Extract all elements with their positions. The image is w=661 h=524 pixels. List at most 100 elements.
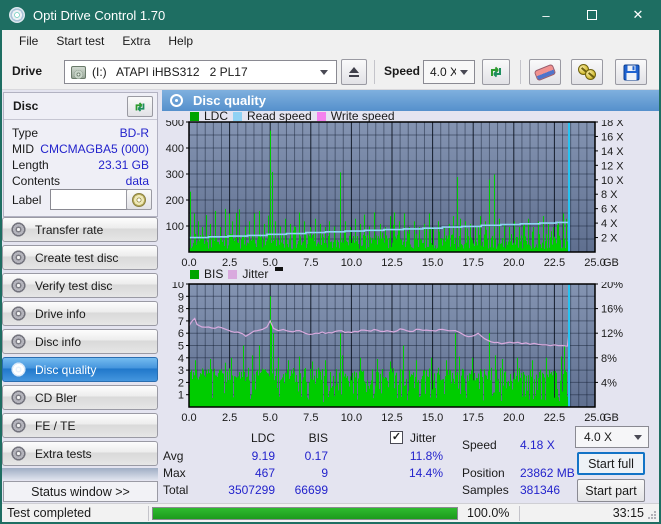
save-button[interactable] <box>615 59 647 85</box>
chevron-down-icon <box>460 69 468 75</box>
disc-length-value: 23.31 GB <box>98 158 149 172</box>
svg-text:4: 4 <box>178 353 184 365</box>
window-title: Opti Drive Control 1.70 <box>33 7 166 23</box>
speed-label: Speed <box>384 64 421 78</box>
page-title-bar: Disc quality <box>162 90 659 111</box>
maximize-icon <box>587 10 597 20</box>
drive-select[interactable]: (I:) ATAPI iHBS312 2 PL17 <box>64 60 337 84</box>
test-speed-select[interactable]: 4.0 X <box>575 426 649 448</box>
sidebar-item-disc-info[interactable]: Disc info <box>2 329 158 354</box>
disc-panel-header: Disc <box>4 93 157 120</box>
eject-button[interactable] <box>341 59 367 85</box>
minimize-button[interactable]: – <box>523 0 569 30</box>
total-row-label: Total <box>163 483 189 497</box>
disc-contents-label: Contents <box>12 174 61 188</box>
menu-file[interactable]: File <box>10 31 47 51</box>
title-bar: Opti Drive Control 1.70 – ✕ <box>0 0 661 30</box>
disc-label-button[interactable] <box>126 189 152 210</box>
sidebar-item-extra-tests[interactable]: Extra tests <box>2 441 158 466</box>
position-stat-value: 23862 MB <box>520 466 575 480</box>
progress-percent: 100.0% <box>467 506 510 520</box>
toolbar-separator <box>374 60 375 84</box>
results-panel: LDC BIS ✓ Jitter Avg 9.19 0.17 11.8% Max… <box>160 425 660 503</box>
disc-row-type: Type BD-R <box>12 126 149 140</box>
statusbar-separator <box>148 506 149 521</box>
avg-jitter-value: 11.8% <box>409 449 443 463</box>
svg-text:2: 2 <box>178 377 184 389</box>
sidebar-item-create-test-disc[interactable]: Create test disc <box>2 245 158 270</box>
maximize-button[interactable] <box>569 0 615 30</box>
chevron-down-icon <box>320 69 328 75</box>
svg-text:16%: 16% <box>601 304 623 316</box>
close-button[interactable]: ✕ <box>615 0 661 30</box>
app-disc-icon <box>9 7 25 23</box>
max-jitter-value: 14.4% <box>408 466 443 480</box>
svg-text:10 X: 10 X <box>601 175 624 187</box>
speed-select-value: 4.0 X <box>430 65 456 79</box>
svg-text:5: 5 <box>178 341 184 353</box>
svg-text:22.5: 22.5 <box>544 412 565 424</box>
disc-mid-value: CMCMAGBA5 (000) <box>40 142 149 156</box>
disc-icon <box>11 222 26 237</box>
start-part-button[interactable]: Start part <box>577 479 645 502</box>
svg-text:GB: GB <box>603 412 619 424</box>
refresh-drive-button[interactable] <box>482 59 510 85</box>
advanced-settings-button[interactable] <box>571 59 603 85</box>
disc-row-length: Length 23.31 GB <box>12 158 149 172</box>
sidebar-item-fe-te[interactable]: FE / TE <box>2 413 158 438</box>
progress-bar <box>152 507 458 520</box>
svg-text:12 X: 12 X <box>601 160 624 172</box>
start-full-button[interactable]: Start full <box>577 452 645 475</box>
app-window: Opti Drive Control 1.70 – ✕ File Start t… <box>0 0 661 524</box>
svg-text:7: 7 <box>178 316 184 328</box>
disc-icon <box>11 278 26 293</box>
jitter-checkbox-label[interactable]: Jitter <box>410 431 436 445</box>
svg-text:15.0: 15.0 <box>422 412 443 424</box>
speed-stat-label: Speed <box>462 438 497 452</box>
elapsed-time: 33:15 <box>612 506 644 520</box>
svg-text:7.5: 7.5 <box>303 257 318 269</box>
svg-text:14 X: 14 X <box>601 146 624 158</box>
sidebar-item-cd-bler[interactable]: CD Bler <box>2 385 158 410</box>
sidebar-item-drive-info[interactable]: Drive info <box>2 301 158 326</box>
svg-text:10.0: 10.0 <box>341 257 362 269</box>
drive-icon <box>71 65 86 79</box>
menu-help[interactable]: Help <box>159 31 202 51</box>
sidebar-item-label: CD Bler <box>35 390 78 405</box>
sidebar-item-disc-quality[interactable]: Disc quality <box>2 357 158 382</box>
label-input[interactable] <box>50 189 132 210</box>
menu-bar: File Start test Extra Help <box>2 30 659 52</box>
jitter-checkbox[interactable]: ✓ <box>390 431 403 444</box>
menu-extra[interactable]: Extra <box>113 31 159 51</box>
svg-text:GB: GB <box>603 257 619 269</box>
menu-start-test[interactable]: Start test <box>47 31 113 51</box>
max-row-label: Max <box>163 466 186 480</box>
svg-text:7.5: 7.5 <box>303 412 318 424</box>
ldc-chart: 500 400 300 200 100 18 X 16 X 14 X 12 X 10 X 8 X 6 … <box>166 120 625 269</box>
disc-icon <box>11 418 26 433</box>
refresh-icon <box>491 66 501 78</box>
disc-length-label: Length <box>12 158 49 172</box>
total-ldc-value: 3507299 <box>228 483 275 497</box>
disc-info-panel: Disc Type BD-R MID CMCMAGBA5 (000) Lengt… <box>3 92 158 217</box>
sidebar-item-label: FE / TE <box>35 418 76 433</box>
erase-disc-button[interactable] <box>529 59 561 85</box>
sidebar-item-label: Verify test disc <box>35 278 113 293</box>
svg-text:2.5: 2.5 <box>222 257 237 269</box>
disc-icon <box>11 334 26 349</box>
sidebar-item-transfer-rate[interactable]: Transfer rate <box>2 217 158 242</box>
resize-grip[interactable] <box>648 511 656 519</box>
svg-text:20%: 20% <box>601 282 623 291</box>
speed-select[interactable]: 4.0 X <box>423 60 475 84</box>
svg-text:8 X: 8 X <box>601 189 618 201</box>
cd-icon <box>132 192 146 207</box>
status-window-button[interactable]: Status window >> <box>3 481 158 502</box>
sidebar-item-verify-test-disc[interactable]: Verify test disc <box>2 273 158 298</box>
svg-text:17.5: 17.5 <box>462 412 483 424</box>
screws-icon <box>578 64 596 80</box>
refresh-disc-button[interactable] <box>127 96 153 117</box>
sidebar-item-label: Transfer rate <box>35 222 104 237</box>
disc-panel-title: Disc <box>13 99 39 113</box>
svg-text:12%: 12% <box>601 328 623 340</box>
disc-label-label: Label <box>12 193 42 207</box>
